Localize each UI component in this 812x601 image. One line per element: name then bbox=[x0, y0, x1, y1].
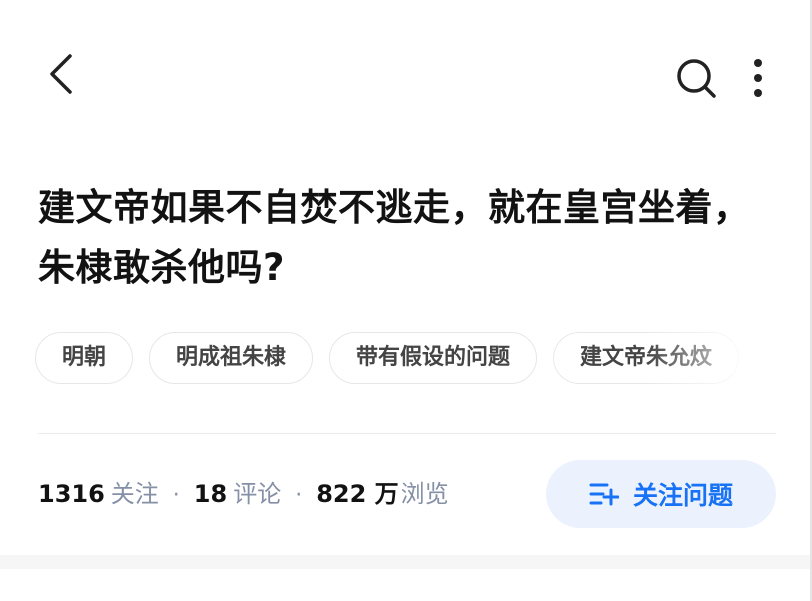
follow-question-label: 关注问题 bbox=[632, 481, 733, 510]
topic-tag[interactable]: 建文帝朱允炆 bbox=[553, 332, 740, 384]
followers-count: 1316 bbox=[38, 480, 105, 508]
views-label: 浏览 bbox=[400, 480, 449, 508]
topic-tag-list: 明朝 明成祖朱棣 带有假设的问题 建文帝朱允炆 bbox=[35, 332, 812, 384]
follow-question-button[interactable]: 关注问题 bbox=[546, 460, 776, 528]
topic-tag[interactable]: 带有假设的问题 bbox=[329, 332, 538, 384]
search-icon bbox=[677, 59, 716, 98]
chevron-left-icon bbox=[50, 54, 72, 94]
question-stats: 1316 关注 · 18 评论 · 822 万浏览 bbox=[38, 474, 449, 514]
more-button[interactable] bbox=[745, 56, 771, 100]
stat-separator: · bbox=[295, 483, 303, 508]
comments-label[interactable]: 评论 bbox=[233, 480, 281, 508]
topic-tag[interactable]: 明成祖朱棣 bbox=[149, 332, 314, 384]
more-vertical-icon bbox=[754, 59, 762, 97]
followers-label: 关注 bbox=[110, 480, 159, 508]
views-count: 822 万 bbox=[316, 480, 399, 508]
comments-count[interactable]: 18 bbox=[194, 480, 227, 508]
section-separator bbox=[0, 555, 812, 569]
back-button[interactable] bbox=[40, 50, 84, 98]
follow-list-plus-icon bbox=[589, 483, 619, 506]
search-button[interactable] bbox=[674, 56, 718, 100]
top-bar bbox=[0, 0, 812, 150]
stat-separator: · bbox=[172, 483, 180, 508]
divider bbox=[38, 433, 776, 434]
question-title: 建文帝如果不自焚不逃走，就在皇宫坐着，朱棣敢杀他吗? bbox=[38, 186, 751, 289]
topic-tag[interactable]: 明朝 bbox=[35, 332, 134, 384]
